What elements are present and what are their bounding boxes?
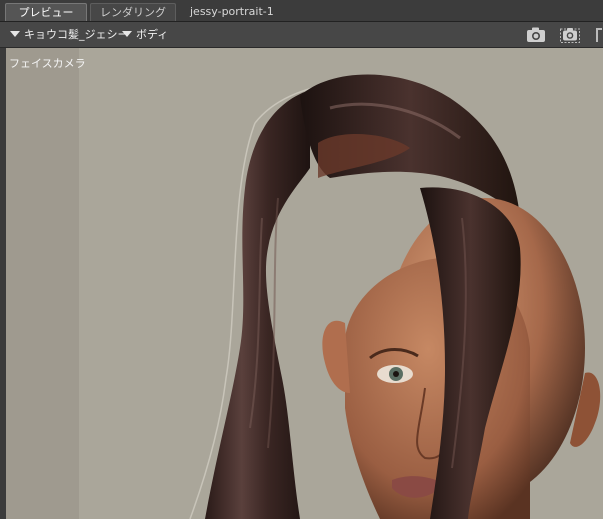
tab-preview[interactable]: プレビュー [5,3,87,21]
tab-document-title[interactable]: jessy-portrait-1 [190,3,300,21]
camera-select-icon[interactable] [560,26,580,43]
figure-dropdown[interactable]: キョウコ髪_ジェシー [10,27,129,42]
3d-viewport[interactable]: フェイスカメラ [0,48,603,519]
left-ear [322,320,350,393]
figure-dropdown-label: キョウコ髪_ジェシー [24,28,129,41]
body-part-dropdown[interactable]: ボディ [122,27,168,42]
camera-icon[interactable] [526,26,546,43]
panel-edge-handle[interactable] [596,28,602,42]
camera-label: フェイスカメラ [9,57,86,70]
tab-strip: プレビュー レンダリング jessy-portrait-1 [0,0,603,22]
dropdown-arrow-icon [10,31,20,37]
viewport-toolbar: キョウコ髪_ジェシー ボディ [0,22,603,48]
tab-render[interactable]: レンダリング [90,3,176,21]
hair-left-strand [205,90,310,519]
left-pupil [393,371,399,377]
body-part-dropdown-label: ボディ [136,28,169,41]
dropdown-arrow-icon [122,31,132,37]
3d-scene[interactable] [0,48,603,519]
